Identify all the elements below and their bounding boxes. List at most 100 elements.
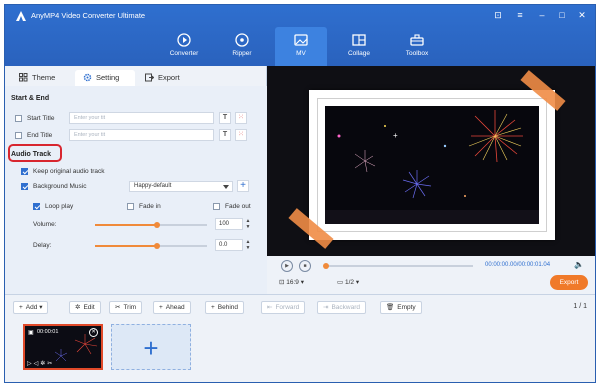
delay-slider-handle[interactable] <box>153 243 160 249</box>
end-title-checkbox[interactable] <box>15 132 22 139</box>
chevron-down-icon: ▾ <box>355 279 360 286</box>
maximize-icon[interactable]: □ <box>556 9 568 21</box>
edit-label: Edit <box>83 304 95 311</box>
add-button[interactable]: + Add ▾ <box>13 301 49 314</box>
app-logo-icon <box>16 11 26 21</box>
end-title-font-button[interactable]: T <box>219 129 231 141</box>
delay-input[interactable]: 0.0 <box>215 239 243 251</box>
volume-slider-fill <box>95 224 157 226</box>
start-title-label: Start Title <box>27 115 55 122</box>
empty-label: Empty <box>397 304 416 311</box>
start-title-input[interactable]: Enter your tit <box>69 112 214 124</box>
chevron-down-icon <box>223 185 229 189</box>
timeline: ▣ 00:00:01 ✕ ▷◁✲✂ + <box>5 320 595 382</box>
end-title-input[interactable]: Enter your tit <box>69 129 214 141</box>
volume-input[interactable]: 100 <box>215 218 243 230</box>
scissors-icon[interactable]: ✂ <box>47 361 54 367</box>
volume-stepper[interactable]: ▲ ▼ <box>245 218 251 230</box>
player-controls: ▶ ■ 00:00:00.00/00:00:01.04 🔈 ⊡ 16:9 ▾ ▭… <box>267 256 595 294</box>
ahead-button[interactable]: + Ahead <box>153 301 191 314</box>
clip-actions: ▷◁✲✂ <box>27 360 54 367</box>
close-icon[interactable]: ✕ <box>89 328 98 337</box>
app-window: AnyMP4 Video Converter Ultimate ⊡ ≡ – □ … <box>4 4 596 383</box>
trim-button[interactable]: ✂ Trim <box>109 301 143 314</box>
nav-converter-label: Converter <box>169 50 199 57</box>
backward-label: Backward <box>331 304 360 311</box>
nav-mv[interactable]: MV <box>275 27 327 66</box>
start-end-heading: Start & End <box>11 95 50 102</box>
toolbox-icon <box>410 34 424 46</box>
screen-select[interactable]: ▭ 1/2 ▾ <box>337 278 359 286</box>
export-button[interactable]: Export <box>550 275 588 290</box>
stop-button[interactable]: ■ <box>299 260 311 272</box>
monitor-icon: ▭ <box>337 279 344 286</box>
gear-icon <box>83 73 92 82</box>
start-title-checkbox[interactable] <box>15 115 22 122</box>
volume-slider[interactable] <box>95 222 207 228</box>
nav-ripper[interactable]: Ripper <box>216 27 268 66</box>
ahead-label: Ahead <box>165 304 185 311</box>
forward-label: Forward <box>275 304 300 311</box>
delay-slider[interactable] <box>95 243 207 249</box>
backward-button[interactable]: ⇥ Backward <box>317 301 366 314</box>
edit-button[interactable]: ✲ Edit <box>69 301 101 314</box>
chevron-down-icon: ▾ <box>300 279 304 286</box>
progress-handle[interactable] <box>323 263 329 269</box>
nav-converter[interactable]: Converter <box>158 27 210 66</box>
clip-thumbnail[interactable]: ▣ 00:00:01 ✕ ▷◁✲✂ <box>23 324 103 370</box>
empty-button[interactable]: 🗑 Empty <box>380 301 422 314</box>
app-title: AnyMP4 Video Converter Ultimate <box>31 11 146 20</box>
photo-frame: + <box>309 90 555 240</box>
plus-icon: + <box>211 304 215 311</box>
loop-play-label: Loop play <box>45 203 74 210</box>
tab-theme-label: Theme <box>32 73 56 82</box>
end-title-label: End Title <box>27 132 53 139</box>
collage-icon <box>352 34 366 46</box>
menu-icon[interactable]: ≡ <box>514 9 526 21</box>
add-clip-placeholder[interactable]: + <box>111 324 191 370</box>
minimize-icon[interactable]: – <box>536 9 548 21</box>
setting-body: Start & End Start Title Enter your tit T… <box>5 86 267 294</box>
fade-out-checkbox[interactable] <box>213 203 220 210</box>
keep-original-audio-checkbox[interactable] <box>21 168 28 175</box>
panel-tabs: Theme Setting Export <box>5 68 267 86</box>
nav-ripper-label: Ripper <box>232 50 252 57</box>
background-music-checkbox[interactable] <box>21 183 28 190</box>
chevron-down-icon: ▾ <box>39 304 43 311</box>
background-music-label: Background Music <box>33 183 87 190</box>
start-title-color-button[interactable]: ⁙ <box>235 112 247 124</box>
film-icon: ▣ <box>28 330 34 336</box>
fade-in-checkbox[interactable] <box>127 203 134 210</box>
close-icon[interactable]: ✕ <box>576 9 588 21</box>
plus-icon: + <box>19 304 23 311</box>
nav-collage[interactable]: Collage <box>333 27 385 66</box>
volume-icon[interactable]: 🔈 <box>574 260 584 269</box>
video-preview: + <box>267 66 595 256</box>
nav-toolbox[interactable]: Toolbox <box>391 27 443 66</box>
feedback-icon[interactable]: ⊡ <box>492 9 504 21</box>
tab-theme[interactable]: Theme <box>19 70 55 86</box>
mv-icon <box>294 34 308 46</box>
tab-export[interactable]: Export <box>145 70 180 86</box>
delay-stepper[interactable]: ▲ ▼ <box>245 239 251 251</box>
aspect-ratio-select[interactable]: ⊡ 16:9 ▾ <box>279 278 304 286</box>
forward-button[interactable]: ⇤ Forward <box>261 301 306 314</box>
playback-progress[interactable] <box>323 263 473 269</box>
tab-setting[interactable]: Setting <box>75 70 135 86</box>
start-title-font-button[interactable]: T <box>219 112 231 124</box>
grid-icon <box>19 73 28 82</box>
disc-icon <box>235 33 249 47</box>
nav-toolbox-label: Toolbox <box>405 50 429 57</box>
trim-label: Trim <box>123 304 137 311</box>
loop-play-checkbox[interactable] <box>33 203 40 210</box>
music-select[interactable]: Happy-default <box>129 181 233 192</box>
aspect-ratio-value: 16:9 <box>286 279 299 286</box>
top-bar: AnyMP4 Video Converter Ultimate ⊡ ≡ – □ … <box>5 5 595 66</box>
behind-button[interactable]: + Behind <box>205 301 245 314</box>
play-button[interactable]: ▶ <box>281 260 293 272</box>
add-music-button[interactable]: + <box>237 180 249 192</box>
end-title-color-button[interactable]: ⁙ <box>235 129 247 141</box>
add-label: Add <box>25 304 38 311</box>
play-icon[interactable]: ▷ <box>27 361 34 367</box>
volume-slider-handle[interactable] <box>153 222 160 228</box>
